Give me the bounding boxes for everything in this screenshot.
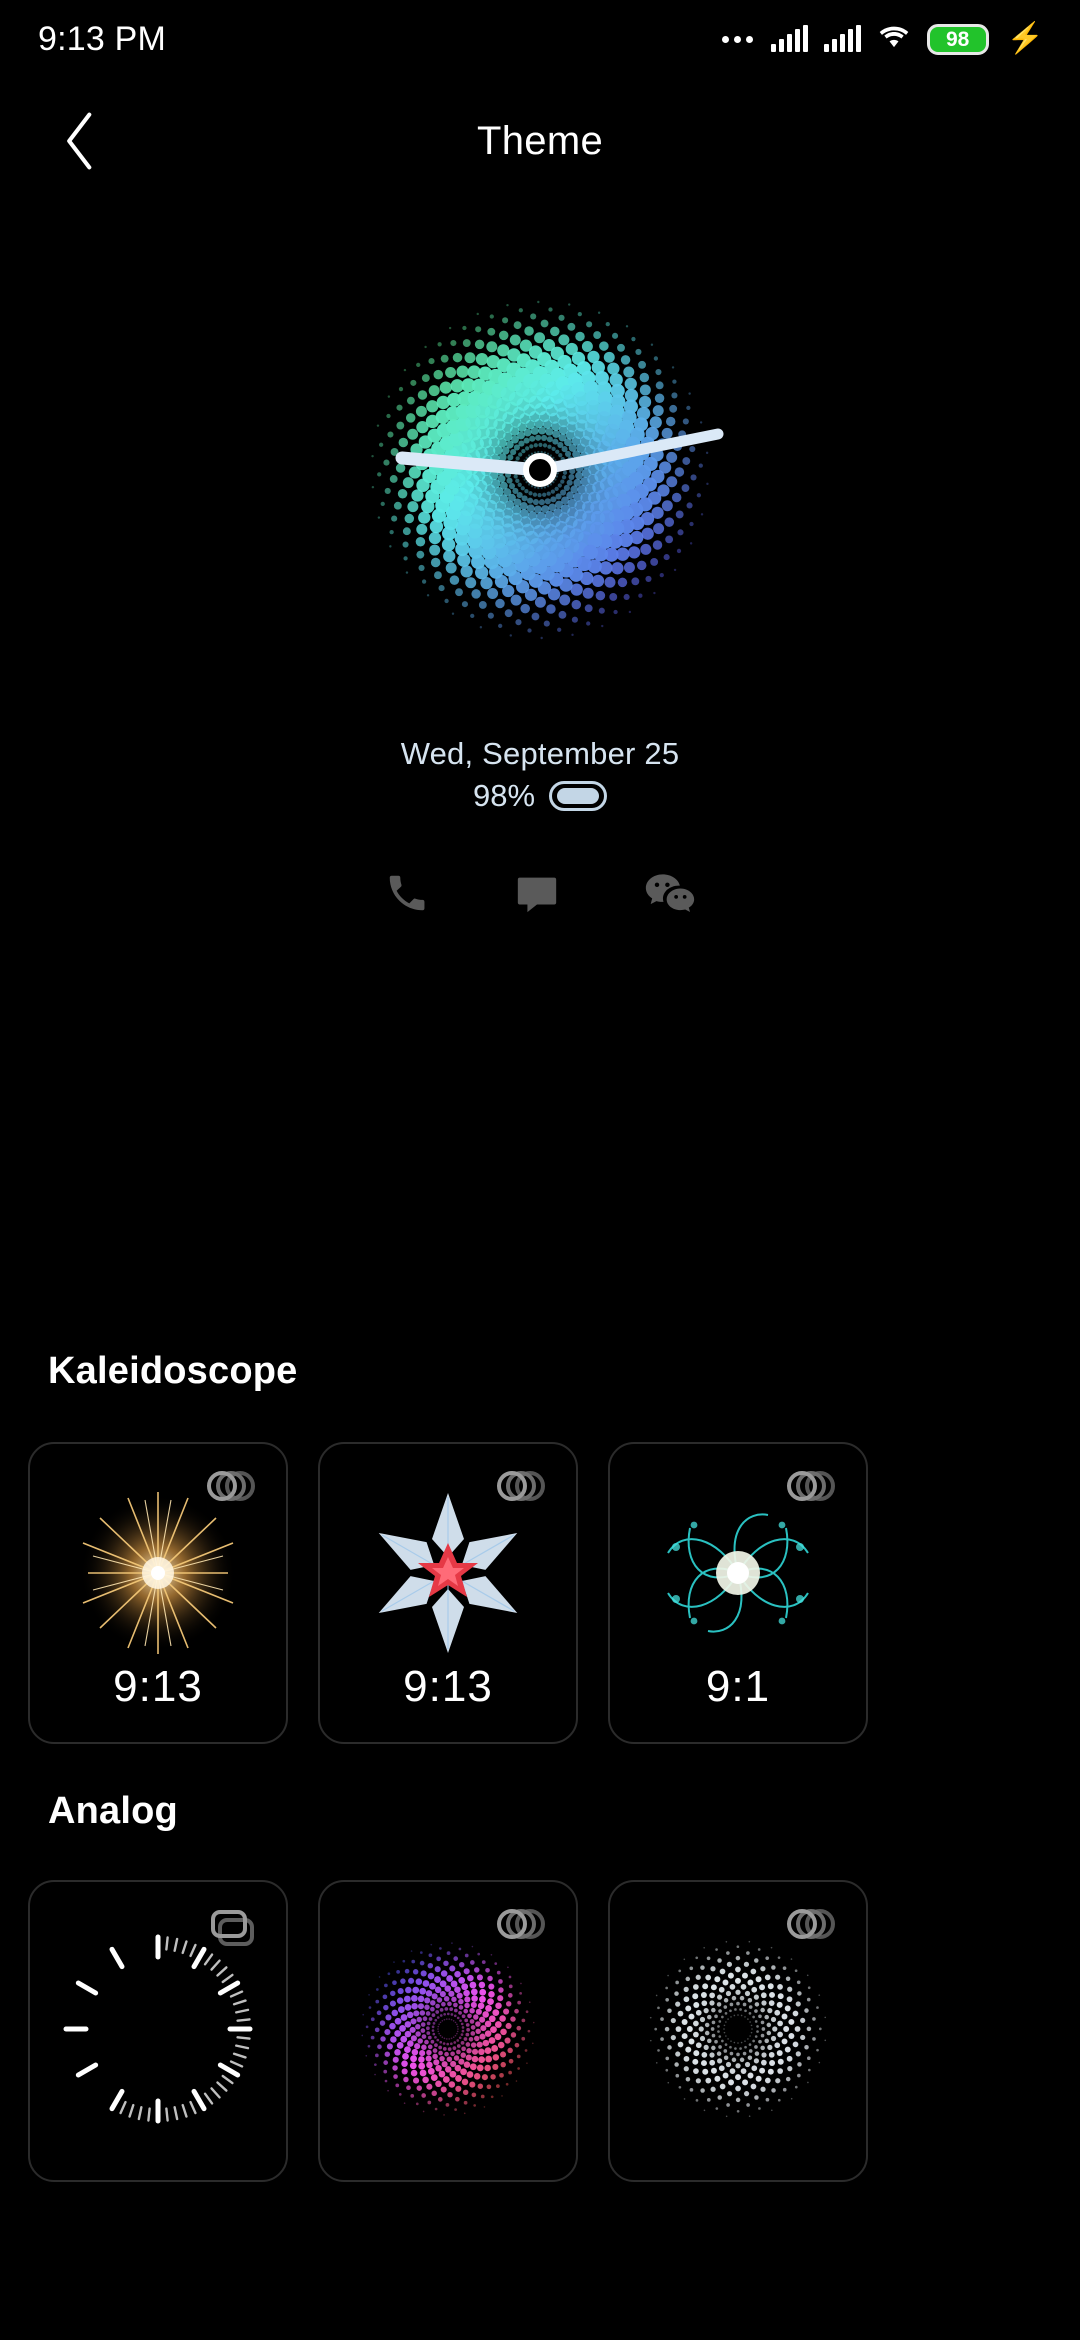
watchface-art-flower-teal	[610, 1478, 866, 1668]
page-title: Theme	[477, 118, 603, 163]
watchface-time: 9:1	[705, 1662, 771, 1711]
watchface-art-snowflake-red	[320, 1478, 576, 1668]
section-title-kaleidoscope: Kaleidoscope	[48, 1350, 298, 1392]
watchface-card-analog-1[interactable]	[28, 1880, 288, 2182]
watchface-art-firework-gold	[30, 1478, 286, 1668]
battery-icon: 98	[926, 23, 989, 55]
watchface-art-dot-ring-white	[610, 1934, 866, 2124]
back-button[interactable]	[48, 109, 112, 173]
watchface-card-kaleidoscope-2[interactable]: 9:13	[318, 1442, 578, 1744]
message-bubble-icon[interactable]	[514, 870, 560, 916]
more-dots-icon	[721, 35, 753, 43]
phone-icon[interactable]	[384, 870, 430, 916]
charging-bolt-icon: ⚡	[1006, 22, 1044, 55]
watchface-card-kaleidoscope-1[interactable]: 9:13	[28, 1442, 288, 1744]
preview-battery: 98%	[472, 778, 608, 814]
wechat-icon[interactable]	[644, 870, 696, 916]
signal-bars-icon-2	[823, 25, 861, 52]
row-analog	[0, 1880, 1080, 2182]
section-title-analog: Analog	[48, 1790, 178, 1832]
status-bar: 9:13 PM 98 ⚡	[0, 0, 1080, 78]
watchface-time: 9:13	[403, 1662, 493, 1711]
row-kaleidoscope: 9:13 9:13 9:1	[0, 1442, 1080, 1744]
wifi-icon	[877, 23, 911, 56]
watchface-preview[interactable]: Wed, September 25 98%	[0, 230, 1080, 916]
page-header: Theme	[0, 86, 1080, 196]
signal-bars-icon-1	[770, 25, 808, 52]
preview-dial	[300, 230, 780, 710]
watchface-card-kaleidoscope-3[interactable]: 9:1	[608, 1442, 868, 1744]
watchface-time: 9:13	[113, 1662, 203, 1711]
watchface-art-tick-dial	[30, 1934, 286, 2124]
preview-battery-label: 98%	[472, 778, 536, 813]
battery-charging-icon	[549, 781, 608, 811]
preview-date: Wed, September 25	[400, 736, 680, 771]
watchface-card-analog-2[interactable]	[318, 1880, 578, 2182]
watchface-art-dot-spiral-pink	[320, 1934, 576, 2124]
preview-shortcuts	[384, 870, 696, 916]
status-time: 9:13 PM	[38, 19, 167, 58]
status-icons: 98 ⚡	[721, 22, 1044, 56]
chevron-left-icon	[60, 110, 100, 172]
watchface-card-analog-3[interactable]	[608, 1880, 868, 2182]
